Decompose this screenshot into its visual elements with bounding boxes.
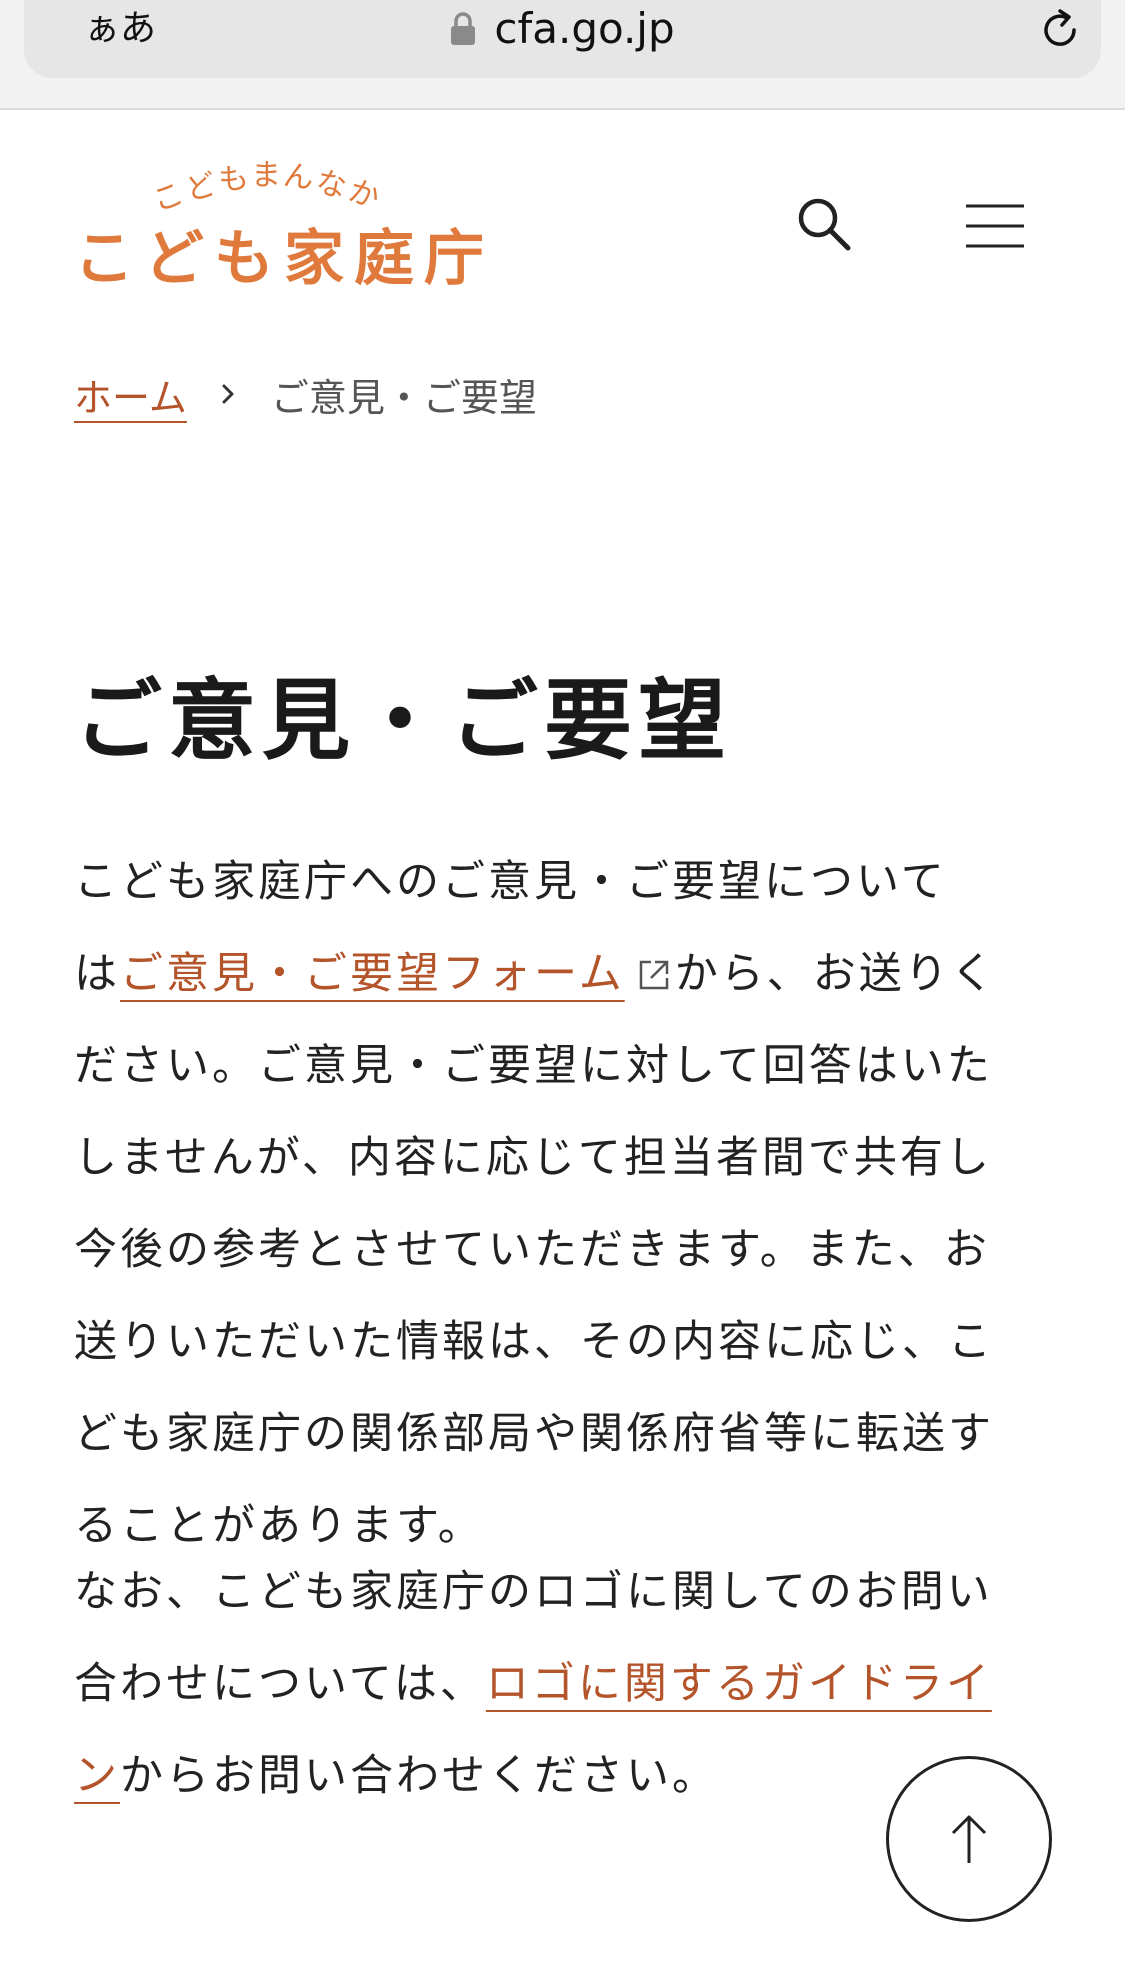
page-title: ご意見・ご要望 [74, 669, 733, 772]
hamburger-menu-icon [966, 204, 1024, 248]
page: ぁあ cfa.go.jp こどもまんなか こども家庭庁 ホーム ご意見・ご要望 … [0, 0, 1125, 1974]
logo-tagline: こどもまんなか [148, 148, 492, 220]
address-bar[interactable]: ぁあ cfa.go.jp [24, 0, 1101, 78]
para1-line1: こども家庭庁へのご意見・ご要望について [74, 857, 947, 907]
logo-tagline-char: ま [251, 158, 284, 193]
menu-button[interactable] [960, 196, 1030, 256]
breadcrumb-home-link[interactable]: ホーム [74, 367, 187, 422]
arrow-up-icon [951, 1815, 987, 1863]
logo-inquiry-paragraph: なお、こども家庭庁のロゴに関してのお問い合わせについては、ロゴに関するガイドライ… [74, 1546, 1034, 1822]
reload-icon[interactable] [1036, 6, 1084, 54]
para1-prefix: は [74, 949, 120, 999]
search-button[interactable] [790, 190, 860, 260]
url-text: cfa.go.jp [494, 4, 675, 53]
browser-toolbar: ぁあ cfa.go.jp [0, 0, 1125, 110]
search-icon [798, 198, 851, 251]
breadcrumb-current: ご意見・ご要望 [270, 375, 537, 420]
logo-tagline-char: も [216, 159, 254, 200]
breadcrumb: ホーム ご意見・ご要望 [74, 364, 537, 424]
back-to-top-button[interactable] [886, 1756, 1052, 1922]
url-display[interactable]: cfa.go.jp [24, 4, 1101, 54]
para2-suffix: からお問い合わせください。 [120, 1751, 718, 1801]
site-logo[interactable]: こどもまんなか こども家庭庁 [74, 148, 494, 298]
intro-paragraph: こども家庭庁へのご意見・ご要望について はご意見・ご要望フォーム から、お送りくださ… [74, 836, 1034, 1572]
lock-icon [451, 12, 476, 45]
para1-suffix: から、お送りください。ご意見・ご要望に対して回答はいたしませんが、内容に応じて担… [74, 949, 997, 1551]
chevron-right-icon [222, 384, 234, 404]
logo-name: こども家庭庁 [74, 224, 494, 294]
feedback-form-link[interactable]: ご意見・ご要望フォーム [120, 949, 625, 999]
external-link-icon [639, 960, 668, 990]
